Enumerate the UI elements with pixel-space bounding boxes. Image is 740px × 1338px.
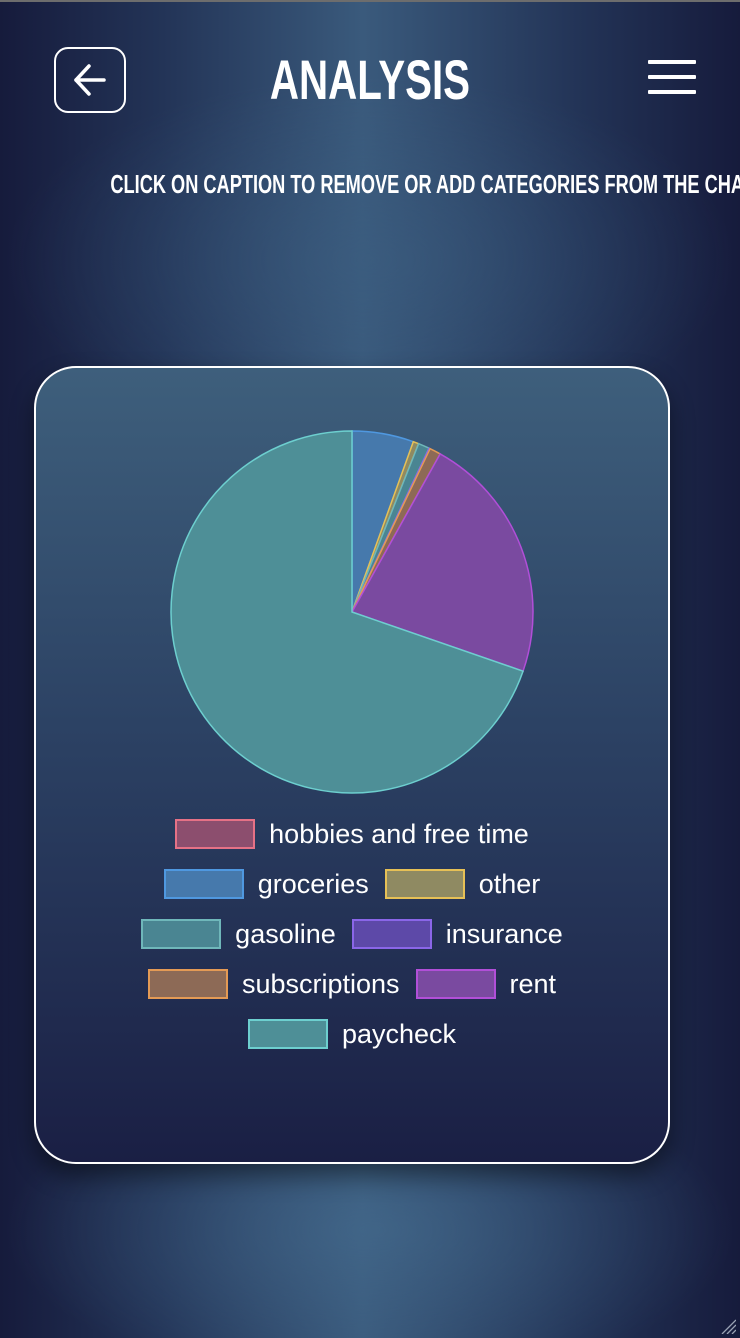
chart-legend: hobbies and free time groceries other gasol… bbox=[36, 809, 668, 1059]
legend-item-other[interactable]: other bbox=[384, 868, 541, 900]
header: ANALYSIS bbox=[0, 0, 740, 150]
legend-row: subscriptions rent bbox=[36, 959, 668, 1009]
legend-swatch-subscriptions bbox=[147, 969, 228, 999]
legend-label-paycheck: paycheck bbox=[341, 1018, 457, 1049]
legend-swatch-rent bbox=[415, 969, 496, 999]
chart-card: hobbies and free time groceries other gasol… bbox=[34, 366, 670, 1164]
legend-item-paycheck[interactable]: paycheck bbox=[247, 1018, 457, 1050]
legend-row: paycheck bbox=[36, 1009, 668, 1059]
legend-swatch-hobbies-and-free-time bbox=[175, 819, 256, 849]
legend-swatch-insurance bbox=[351, 919, 432, 949]
legend-row: groceries other bbox=[36, 859, 668, 909]
legend-swatch-paycheck bbox=[247, 1019, 328, 1049]
pie-chart[interactable] bbox=[170, 430, 534, 794]
legend-item-insurance[interactable]: insurance bbox=[351, 918, 563, 950]
legend-label-gasoline: gasoline bbox=[235, 918, 336, 949]
legend-row: hobbies and free time bbox=[36, 809, 668, 859]
legend-item-gasoline[interactable]: gasoline bbox=[141, 919, 336, 950]
legend-swatch-other bbox=[384, 869, 465, 899]
legend-swatch-gasoline bbox=[141, 919, 222, 949]
legend-label-subscriptions: subscriptions bbox=[241, 968, 400, 999]
legend-item-groceries[interactable]: groceries bbox=[163, 868, 369, 900]
hamburger-menu-icon[interactable] bbox=[648, 58, 698, 96]
legend-item-subscriptions[interactable]: subscriptions bbox=[147, 968, 400, 1000]
legend-label-rent: rent bbox=[509, 968, 557, 999]
legend-label-groceries: groceries bbox=[257, 868, 369, 899]
legend-swatch-groceries bbox=[163, 869, 244, 899]
instruction-text: CLICK ON CAPTION TO REMOVE OR ADD CATEGO… bbox=[110, 169, 740, 199]
legend-item-rent[interactable]: rent bbox=[415, 968, 557, 1000]
page-title: ANALYSIS bbox=[269, 48, 471, 111]
legend-item-hobbies-and-free-time[interactable]: hobbies and free time bbox=[175, 819, 529, 850]
legend-row: gasoline insurance bbox=[36, 909, 668, 959]
resize-handle-icon[interactable] bbox=[718, 1316, 736, 1334]
legend-label-hobbies-and-free-time: hobbies and free time bbox=[269, 818, 529, 849]
legend-label-other: other bbox=[478, 868, 541, 899]
legend-label-insurance: insurance bbox=[445, 918, 563, 949]
